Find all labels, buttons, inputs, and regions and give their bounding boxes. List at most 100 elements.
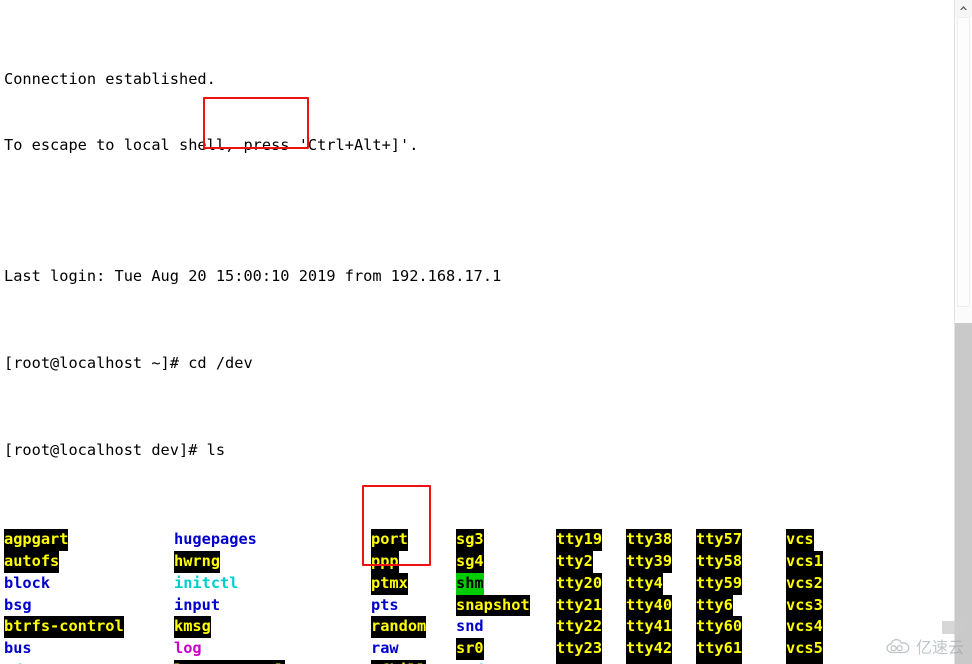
vertical-scrollbar[interactable] <box>954 0 972 664</box>
ls-entry: initctl <box>174 573 340 595</box>
ls-entry: snd <box>456 616 530 638</box>
ls-entry-name: vcs <box>786 529 814 551</box>
ls-entry-name: tty43 <box>626 659 673 664</box>
ls-entry: tty2 <box>556 550 602 573</box>
terminal-line-escape-hint: To escape to local shell, press 'Ctrl+Al… <box>4 135 419 154</box>
ls-entry-name: tty40 <box>626 594 673 617</box>
ls-entry: tty41 <box>626 616 673 639</box>
ls-entry-name: sg4 <box>456 550 484 573</box>
ls-entry-name: tty57 <box>696 529 743 551</box>
ls-entry-name: sr0 <box>456 638 484 660</box>
ls-entry: tty22 <box>556 616 603 639</box>
ls-entry: tty4 <box>626 572 672 595</box>
ls-entry: tty20 <box>556 572 603 595</box>
ls-entry: tty58 <box>696 550 760 573</box>
ls-entry-name: input <box>174 595 221 614</box>
ls-column: portpppptmxptsrandomrawrfkillrtcrtc0sdas… <box>371 529 427 664</box>
ls-column: vcsvcs1vcs2vcs3vcs4vcs5vcs6vcsavcsa1vcsa… <box>786 529 887 664</box>
ls-entry: tty43 <box>626 659 673 664</box>
ls-entry-name: tty41 <box>626 616 673 639</box>
ls-entry: tty38 <box>626 529 673 551</box>
ls-entry: kmsg <box>174 616 340 639</box>
ls-entry: bsg <box>4 595 142 617</box>
ls-entry-name: btrfs-control <box>4 616 124 639</box>
ls-entry: tty62 <box>696 659 760 664</box>
ls-entry: ppp <box>371 550 426 573</box>
scrollbar-track[interactable] <box>955 17 972 664</box>
scrollbar-lower-region[interactable] <box>955 323 972 664</box>
ls-entry-name: tty61 <box>696 638 743 660</box>
terminal-line-connection: Connection established. <box>4 70 216 89</box>
ls-entry-name: vcs5 <box>786 638 823 660</box>
ls-output-grid: agpgartautofsblock bsg btrfs-controlbus cdr… <box>4 529 955 664</box>
scroll-up-button[interactable] <box>955 0 972 17</box>
ls-entry-name: tty58 <box>696 550 743 573</box>
ls-entry-name: snapshot <box>456 594 530 617</box>
ls-entry: sg4 <box>456 550 530 573</box>
ls-entry: sr0 <box>456 638 530 660</box>
ls-entry-name: initctl <box>174 573 239 592</box>
ls-entry: vcs1 <box>786 550 887 573</box>
ls-entry-name: hwrng <box>174 550 221 573</box>
ls-entry: vcs2 <box>786 572 887 595</box>
watermark-square <box>942 621 962 634</box>
ls-entry-name: bsg <box>4 595 32 614</box>
ls-entry: tty39 <box>626 550 673 573</box>
ls-entry-name: tty22 <box>556 616 603 639</box>
ls-entry: agpgart <box>4 529 142 551</box>
ls-entry: pts <box>371 595 426 617</box>
ls-entry: tty57 <box>696 529 760 551</box>
terminal-line-last-login: Last login: Tue Aug 20 15:00:10 2019 fro… <box>4 266 502 285</box>
ls-entry-name: tty62 <box>696 659 743 664</box>
ls-entry-name: tty19 <box>556 529 603 551</box>
ls-entry-name: shm <box>456 572 484 595</box>
ls-entry: vcs4 <box>786 616 887 639</box>
ls-column: tty38tty39tty4tty40tty41tty42tty43tty44t… <box>626 529 673 664</box>
ls-entry-name: tty20 <box>556 572 603 595</box>
prompt-ls: [root@localhost dev]# <box>4 440 207 459</box>
terminal-screen[interactable]: Connection established. To escape to loc… <box>0 0 955 664</box>
scrollbar-thumb[interactable] <box>957 17 970 307</box>
ls-entry: tty40 <box>626 594 673 617</box>
ls-entry: log <box>174 638 340 660</box>
ls-entry: rfkill <box>371 659 427 664</box>
ls-entry: tty21 <box>556 594 603 617</box>
terminal-prompt-line-ls: [root@localhost dev]# ls <box>4 440 955 462</box>
ls-entry-name: port <box>371 529 408 551</box>
ls-column: sg3sg4shmsnapshotsndsr0stderrstdinstdout… <box>456 529 530 664</box>
ls-entry: hwrng <box>174 550 340 573</box>
ls-entry-name: agpgart <box>4 529 69 551</box>
ls-entry: vcs5 <box>786 638 887 660</box>
ls-entry-name: vcs6 <box>786 659 823 664</box>
ls-entry: tty19 <box>556 529 603 551</box>
ls-entry-name: tty24 <box>556 659 603 664</box>
ls-entry: tty6 <box>696 594 760 617</box>
ls-entry-name: vcs3 <box>786 594 823 617</box>
ls-column: agpgartautofsblock bsg btrfs-controlbus cdr… <box>4 529 142 664</box>
screenshot-root: Connection established. To escape to loc… <box>0 0 972 664</box>
ls-entry-name: stderr <box>456 660 511 664</box>
ls-entry: cdrom <box>4 660 142 664</box>
ls-column: hugepageshwrnginitctl input kmsglogloop-co… <box>174 529 340 664</box>
ls-entry-name: tty59 <box>696 572 743 595</box>
ls-entry-name: cdrom <box>4 660 50 664</box>
ls-entry-name: sg3 <box>456 529 484 551</box>
ls-entry-name: tty38 <box>626 529 673 551</box>
ls-entry: tty24 <box>556 659 603 664</box>
ls-entry: tty60 <box>696 616 760 639</box>
ls-entry-name: vcs4 <box>786 616 823 639</box>
ls-entry: vcs <box>786 529 887 551</box>
ls-entry-name: tty60 <box>696 616 743 639</box>
ls-entry: input <box>174 595 340 617</box>
ls-entry: sg3 <box>456 529 530 551</box>
ls-entry: stderr <box>456 660 530 664</box>
ls-entry: tty42 <box>626 638 673 660</box>
command-cd: cd /dev <box>188 353 253 372</box>
ls-entry-name: ppp <box>371 550 399 573</box>
ls-entry-name: random <box>371 616 427 639</box>
ls-entry: random <box>371 616 427 639</box>
ls-entry: vcs3 <box>786 594 887 617</box>
chevron-up-icon <box>960 6 967 10</box>
ls-entry-name: bus <box>4 639 32 658</box>
ls-entry-name: tty4 <box>626 572 663 595</box>
